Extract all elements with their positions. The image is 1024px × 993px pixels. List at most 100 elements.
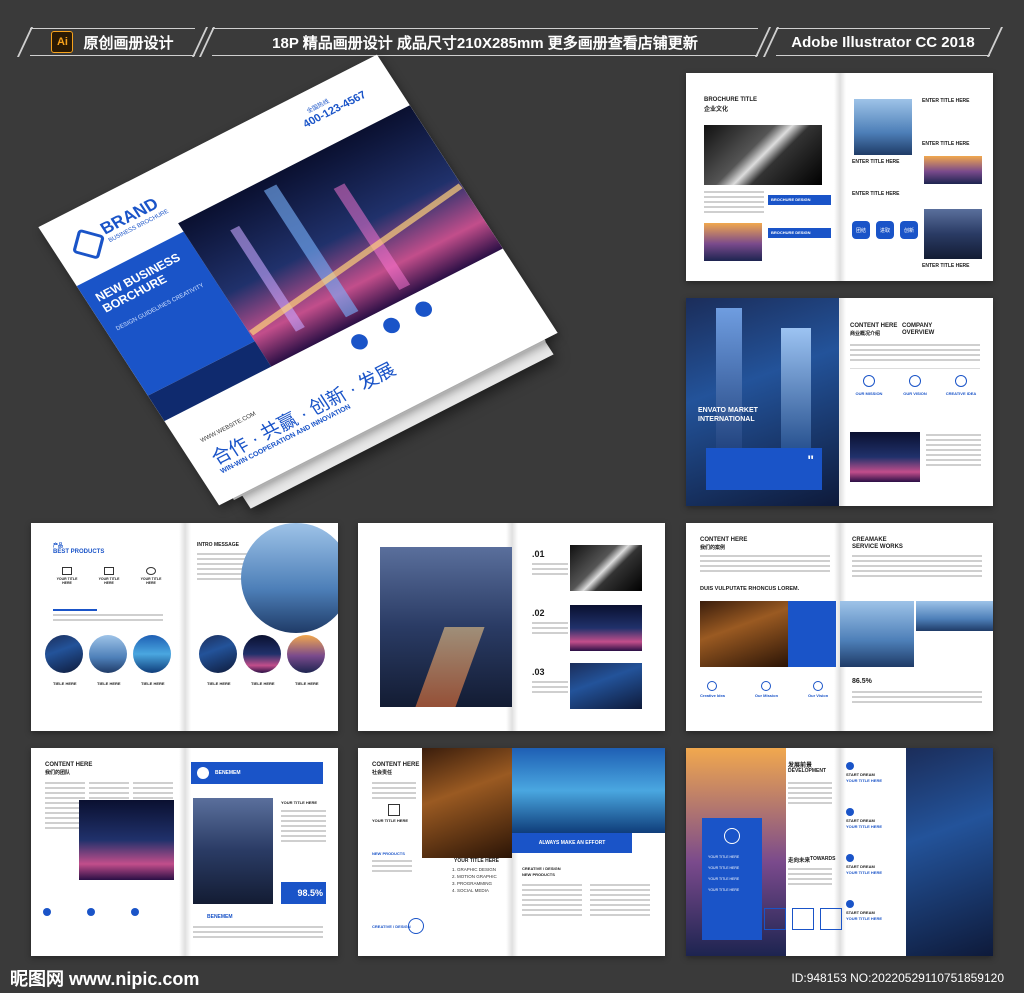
s5-content-cn: 我们的案例 — [700, 545, 726, 551]
monitor-icon — [104, 567, 114, 575]
s1-enter2: ENTER TITLE HERE — [922, 141, 970, 147]
s7-text-1 — [372, 782, 416, 802]
s5-tunnel-image — [700, 601, 788, 667]
s4-text-3 — [532, 681, 568, 696]
s1-enter4: ENTER TITLE HERE — [852, 191, 900, 197]
s2-m1: OUR MISSION — [855, 391, 883, 396]
s1-bridge-image — [704, 125, 822, 185]
s7-list-3: 3. PROGRAMMING — [452, 881, 493, 886]
s3-tiele-4: TIELE HERE — [207, 681, 231, 686]
s6-text-bottom — [193, 926, 323, 941]
s3-circle-3 — [133, 635, 171, 673]
spread-6: CONTENT HERE 我们的团队 BENEMEM YOUR TITLE HE… — [31, 748, 338, 956]
s7-np2: NEW PRODUCTS — [522, 872, 555, 877]
s6-content: CONTENT HERE — [45, 762, 93, 768]
s7-text-2 — [372, 860, 412, 875]
s5-creamake: CREAMAKE — [852, 537, 887, 543]
s6-text-right — [281, 810, 326, 845]
s2-content-cn: 商业概况介绍 — [850, 331, 881, 337]
header-left-tag: Ai 原创画册设计 — [30, 28, 195, 56]
spread-fold — [834, 73, 846, 281]
world-icon — [197, 767, 209, 779]
s8-panel-list: YOUR TITLE HERE YOUR TITLE HERE YOUR TIT… — [708, 852, 739, 896]
trophy-icon — [388, 804, 400, 816]
spread-2: ENVATO MARKET INTERNATIONAL " CONTENT HE… — [686, 298, 993, 506]
monitor-icon — [62, 567, 72, 575]
s5-icon-row: Creative Idea Our Mission Our Vision — [700, 681, 828, 698]
s2-night-image — [850, 432, 920, 482]
s4-highway-image — [380, 547, 512, 707]
s3-circle-4 — [199, 635, 237, 673]
person-icon — [43, 908, 51, 916]
header-center-tag: 18P 精品画册设计 成品尺寸210X285mm 更多画册查看店铺更新 — [212, 28, 758, 56]
footer: 昵图网 www.nipic.com ID:948153 NO:202205291… — [0, 951, 1024, 993]
s3-label-cn: 产品 — [53, 543, 64, 549]
header-right-tag: Adobe Illustrator CC 2018 — [776, 28, 990, 56]
s3-tiele-2: TIELE HERE — [97, 681, 121, 686]
spread-5: CONTENT HERE 我们的案例 DUIS VULPUTATE RHONCU… — [686, 523, 993, 731]
s8-panel-item: YOUR TITLE HERE — [708, 877, 740, 881]
spread-3: 产品 BEST PRODUCTS YOUR TITLE HERE YOUR TI… — [31, 523, 338, 731]
s1-badge-1: 团结 — [852, 221, 870, 239]
spread-8: YOUR TITLE HERE YOUR TITLE HERE YOUR TIT… — [686, 748, 993, 956]
s7-opera-image — [512, 748, 665, 833]
s4-n2: .02 — [532, 608, 545, 618]
tower-shape — [781, 328, 811, 458]
s2-text-block — [850, 344, 980, 364]
s3-prod-2: YOUR TITLE HERE — [95, 567, 123, 585]
s7-interior-image — [422, 748, 512, 858]
s1-city-image-2 — [924, 156, 982, 184]
s6-benemem-2: BENEMEM — [207, 914, 233, 920]
idea-icon — [707, 681, 718, 691]
s4-n1: .01 — [532, 549, 545, 559]
tower-shape — [716, 308, 742, 458]
s8-title-4: YOUR TITLE HERE — [846, 916, 883, 921]
vision-icon — [813, 681, 824, 691]
phone-icon — [347, 331, 372, 353]
illustrator-icon: Ai — [51, 31, 74, 53]
s5-service: SERVICE WORKS — [852, 544, 903, 550]
s5-content: CONTENT HERE — [700, 537, 748, 543]
s5-ov: Our Vision — [808, 681, 828, 698]
s1-enter5: ENTER TITLE HERE — [922, 263, 970, 269]
network-icon — [408, 918, 424, 934]
s2-m3: CREATIVE IDEA — [945, 391, 977, 396]
web-icon — [412, 298, 436, 320]
s5-city-image-2 — [916, 601, 993, 631]
s5-om-label: Our Mission — [754, 693, 779, 698]
s7-text-4 — [590, 884, 650, 919]
s8-title-3: YOUR TITLE HERE — [846, 870, 883, 875]
s7-your-title: YOUR TITLE HERE — [372, 818, 409, 823]
s7-list-1: 1. GRAPHIC DESIGN — [452, 867, 497, 872]
spread-1: BROCHURE TITLE 企业文化 BROCHURE DESIGN BROC… — [686, 73, 993, 281]
s4-image-2 — [570, 605, 642, 651]
s1-badge-3: 创新 — [900, 221, 918, 239]
s1-enter1: ENTER TITLE HERE — [922, 98, 970, 104]
s3-circle-5 — [243, 635, 281, 673]
s7-text-3 — [522, 884, 582, 919]
s3-tiele-3: TIELE HERE — [141, 681, 165, 686]
s3-prod-title: YOUR TITLE HERE — [140, 577, 162, 585]
s7-your-title-2: YOUR TITLE HERE — [454, 858, 500, 864]
header-center-label: 18P 精品画册设计 成品尺寸210X285mm 更多画册查看店铺更新 — [272, 34, 698, 52]
s7-creative: CREATIVE / DESIGN — [522, 866, 561, 871]
s2-quote-box: " — [706, 448, 822, 490]
s8-towards-cn: 走向未来 — [788, 858, 811, 864]
s1-city-image-3 — [924, 209, 982, 259]
s8-badge-3 — [820, 908, 842, 930]
s2-idea: CREATIVE IDEA — [942, 369, 980, 425]
chart-icon — [87, 908, 95, 916]
s3-tiele-6: TIELE HERE — [295, 681, 319, 686]
megaphone-icon — [846, 808, 854, 816]
s7-creative-label: CREATIVE / DESIGN — [372, 924, 411, 929]
s5-blue-panel — [788, 601, 836, 667]
s2-text-block-2 — [926, 434, 981, 469]
light-trail — [415, 627, 485, 707]
s1-title: BROCHURE TITLE — [704, 97, 757, 103]
s5-duis: DUIS VULPUTATE RHONCUS LOREM. — [700, 586, 800, 592]
s8-text-1 — [788, 782, 832, 807]
s8-dev: DEVELOPMENT — [788, 768, 827, 774]
s8-title-1: YOUR TITLE HERE — [846, 778, 883, 783]
s4-text-1 — [532, 563, 568, 578]
header-right-label: Adobe Illustrator CC 2018 — [791, 33, 975, 51]
